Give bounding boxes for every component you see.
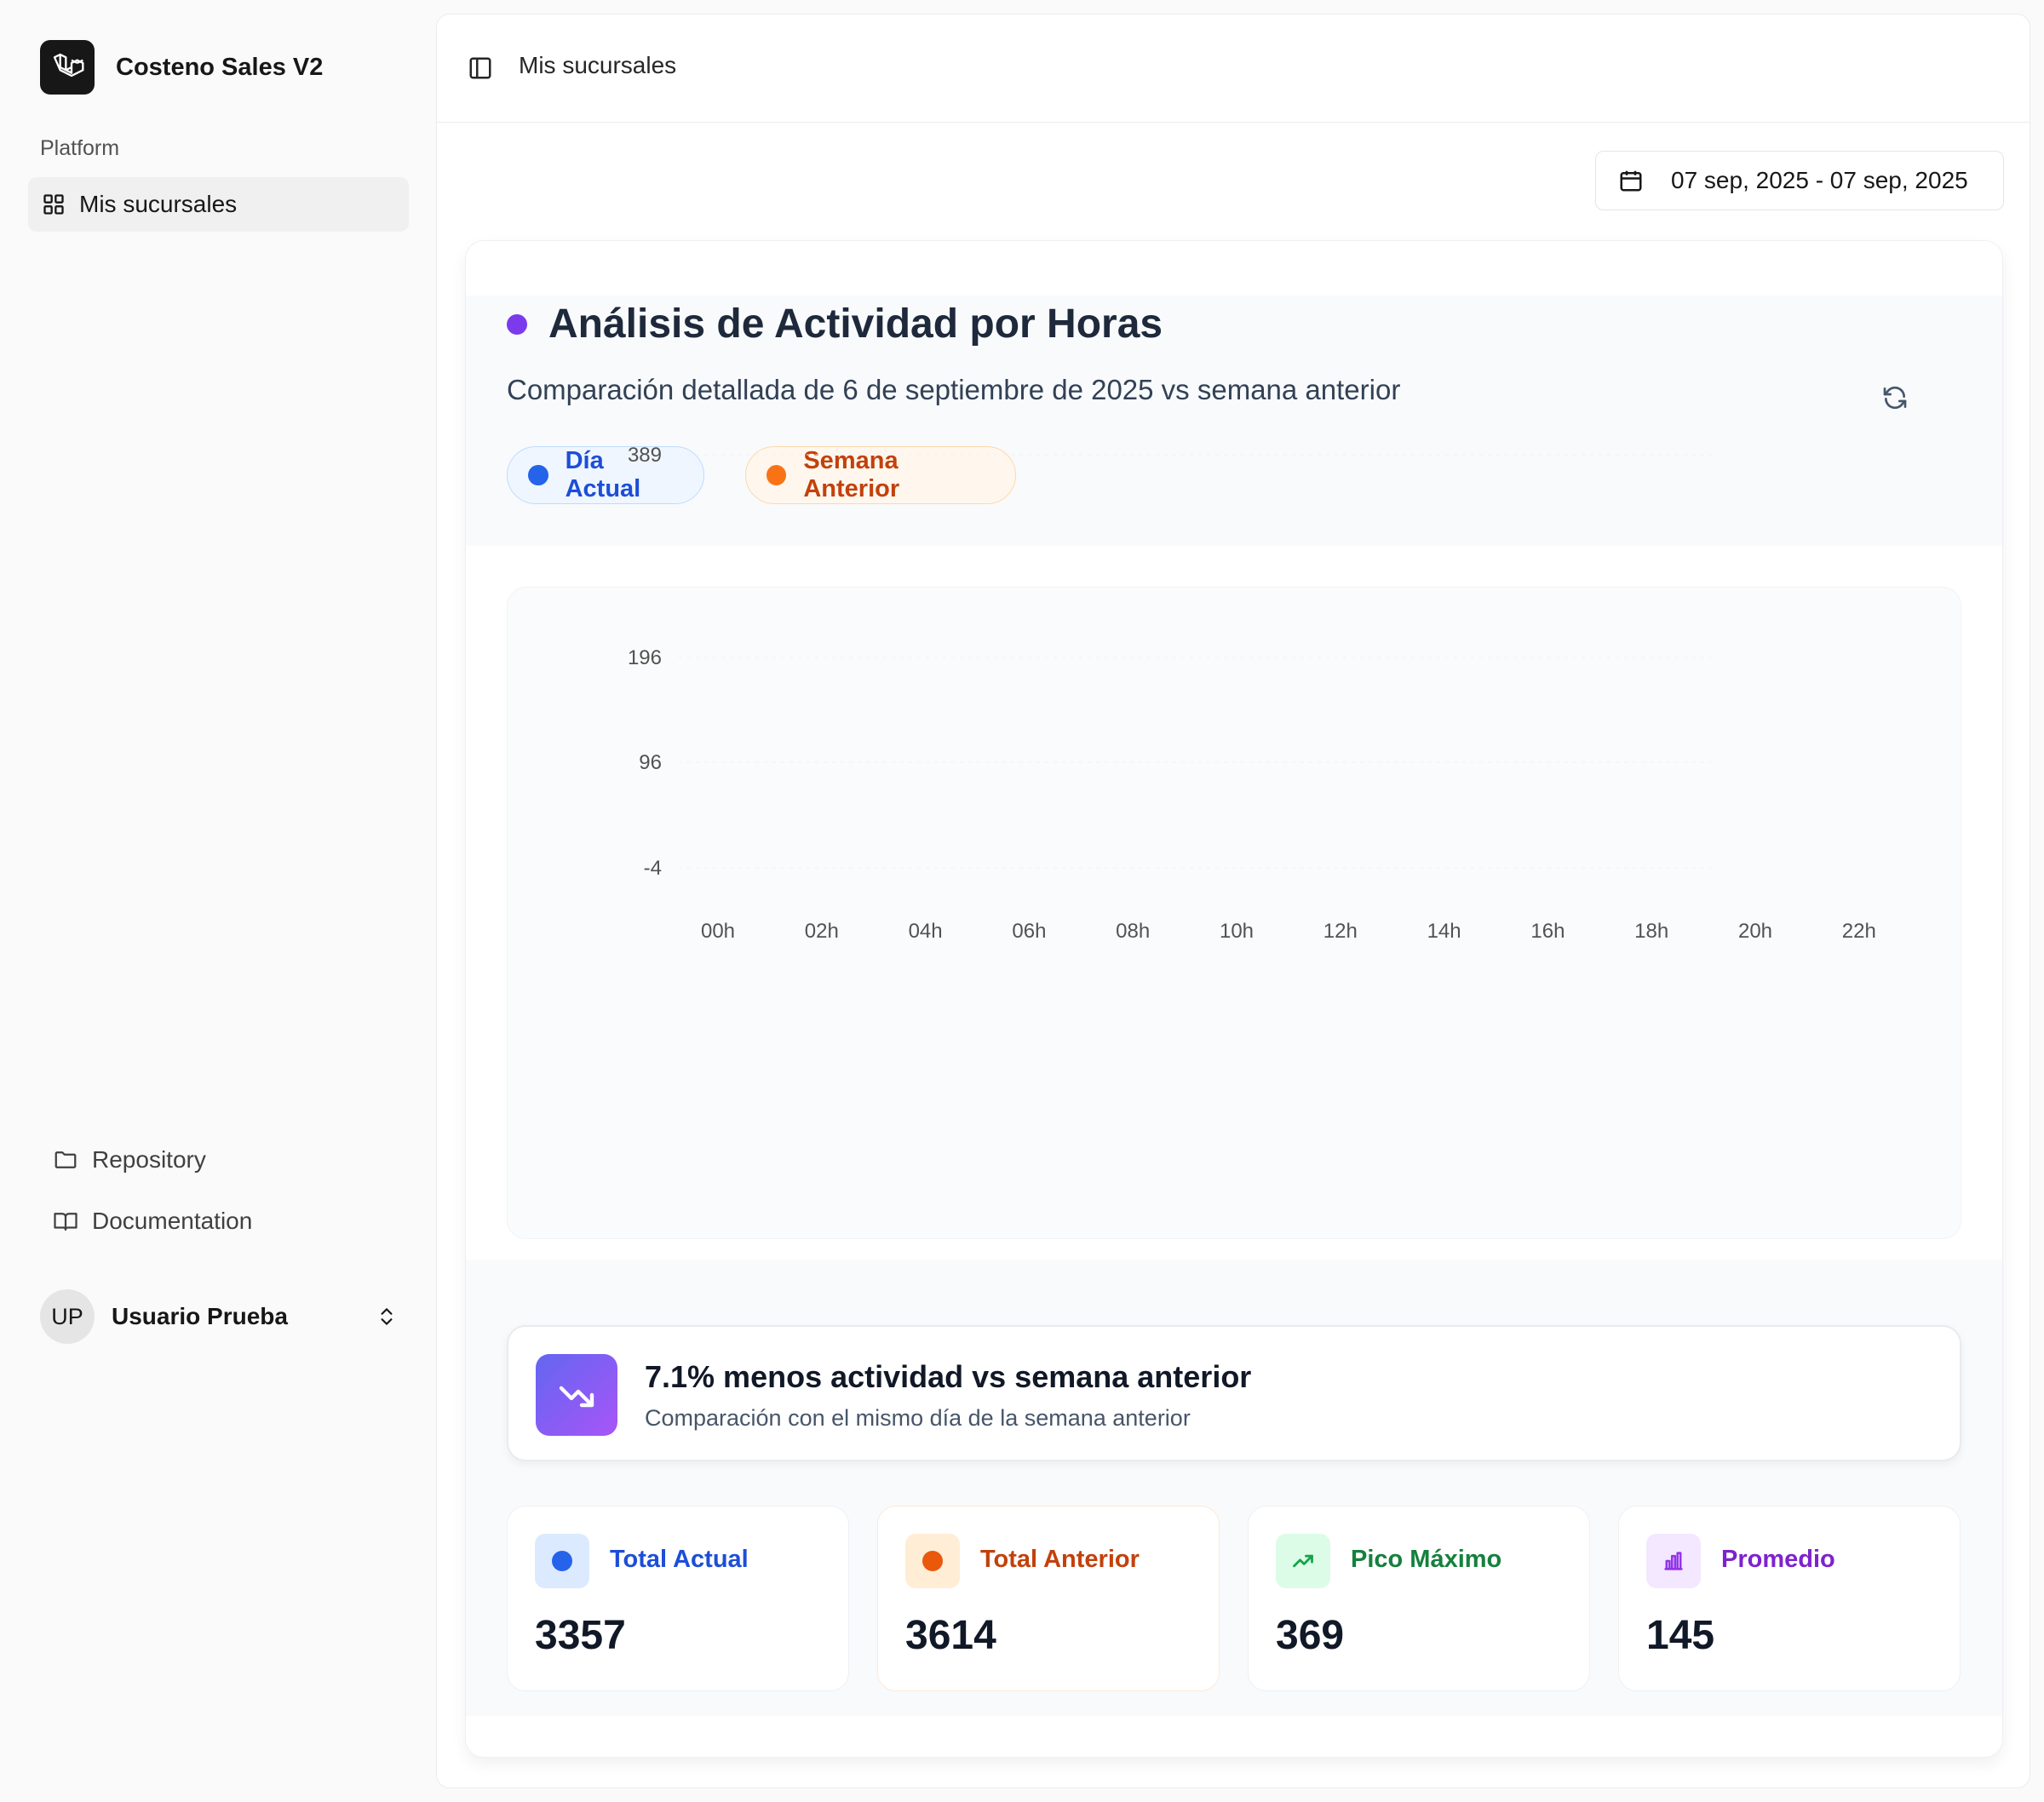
brand[interactable]: Costeno Sales V2 (40, 40, 323, 95)
x-tick-label: 04h (909, 920, 943, 943)
orange-dot-icon (905, 1534, 960, 1588)
sidebar-item-label: Mis sucursales (79, 191, 238, 217)
app-name: Costeno Sales V2 (116, 53, 324, 81)
insight-banner: 7.1% menos actividad vs semana anterior … (507, 1325, 1961, 1461)
blue-dot-icon (535, 1534, 589, 1588)
stat-label: Total Actual (610, 1546, 749, 1573)
book-icon (54, 1213, 78, 1231)
topbar: Mis sucursales (437, 14, 2030, 123)
page-title: Mis sucursales (519, 52, 677, 78)
trending-up-icon (1276, 1534, 1330, 1588)
x-tick-label: 12h (1323, 920, 1358, 943)
y-tick-label: -4 (644, 857, 662, 880)
x-tick-label: 20h (1738, 920, 1772, 943)
sidebar-toggle-icon[interactable] (468, 55, 493, 81)
user-name: Usuario Prueba (112, 1303, 288, 1329)
user-menu[interactable]: UP Usuario Prueba (40, 1289, 398, 1344)
stat-value: 3614 (905, 1613, 996, 1658)
main-panel: Mis sucursales 07 sep, 2025 - 07 sep, 20… (436, 14, 2030, 1788)
sidebar-item-mis-sucursales[interactable]: Mis sucursales (28, 177, 409, 232)
stat-label: Promedio (1721, 1546, 1835, 1573)
x-tick-label: 00h (701, 920, 735, 943)
x-tick-label: 16h (1530, 920, 1565, 943)
grid-icon (43, 194, 64, 215)
x-tick-label: 06h (1012, 920, 1046, 943)
x-tick-label: 02h (805, 920, 839, 943)
trending-down-icon (536, 1354, 617, 1436)
activity-chart: 389 196 96 -4 00h 02h 04h 06h 08h 10h 12h 14h 16h 18h… (628, 444, 1876, 943)
stat-total-actual: Total Actual 3357 (507, 1506, 849, 1691)
stat-label: Total Anterior (980, 1546, 1140, 1573)
y-tick-label: 196 (628, 646, 662, 669)
y-tick-label: 96 (639, 751, 662, 774)
insight-subtitle: Comparación con el mismo día de la seman… (645, 1405, 1191, 1431)
bar-chart-icon (1646, 1534, 1701, 1588)
date-range-label: 07 sep, 2025 - 07 sep, 2025 (1671, 167, 1968, 193)
x-tick-label: 18h (1634, 920, 1668, 943)
avatar: UP (40, 1289, 95, 1344)
stat-total-anterior: Total Anterior 3614 (877, 1506, 1220, 1691)
repository-link[interactable]: Repository (53, 1146, 206, 1174)
documentation-label: Documentation (92, 1208, 253, 1234)
laravel-logo-icon (40, 40, 95, 95)
stat-value: 369 (1276, 1613, 1345, 1658)
x-tick-label: 08h (1116, 920, 1150, 943)
stat-value: 3357 (535, 1613, 626, 1658)
x-tick-label: 10h (1220, 920, 1254, 943)
stat-value: 145 (1646, 1613, 1715, 1658)
chevrons-up-down-icon (381, 1308, 393, 1325)
y-tick-label: 389 (628, 444, 662, 467)
folder-icon (55, 1151, 77, 1168)
repository-label: Repository (92, 1146, 206, 1173)
x-tick-label: 14h (1427, 920, 1461, 943)
stat-label: Pico Máximo (1351, 1546, 1502, 1573)
calendar-icon (1620, 170, 1642, 192)
documentation-link[interactable]: Documentation (53, 1208, 252, 1235)
date-range-button[interactable]: 07 sep, 2025 - 07 sep, 2025 (1595, 151, 2004, 210)
activity-card: Análisis de Actividad por Horas Comparac… (465, 240, 2003, 1758)
stat-pico-maximo: Pico Máximo 369 (1248, 1506, 1590, 1691)
section-label-platform: Platform (40, 136, 120, 160)
insight-title: 7.1% menos actividad vs semana anterior (645, 1359, 1252, 1394)
x-tick-label: 22h (1842, 920, 1876, 943)
stat-promedio: Promedio 145 (1618, 1506, 1961, 1691)
sidebar: Costeno Sales V2 Platform Mis sucursales… (0, 0, 434, 1802)
